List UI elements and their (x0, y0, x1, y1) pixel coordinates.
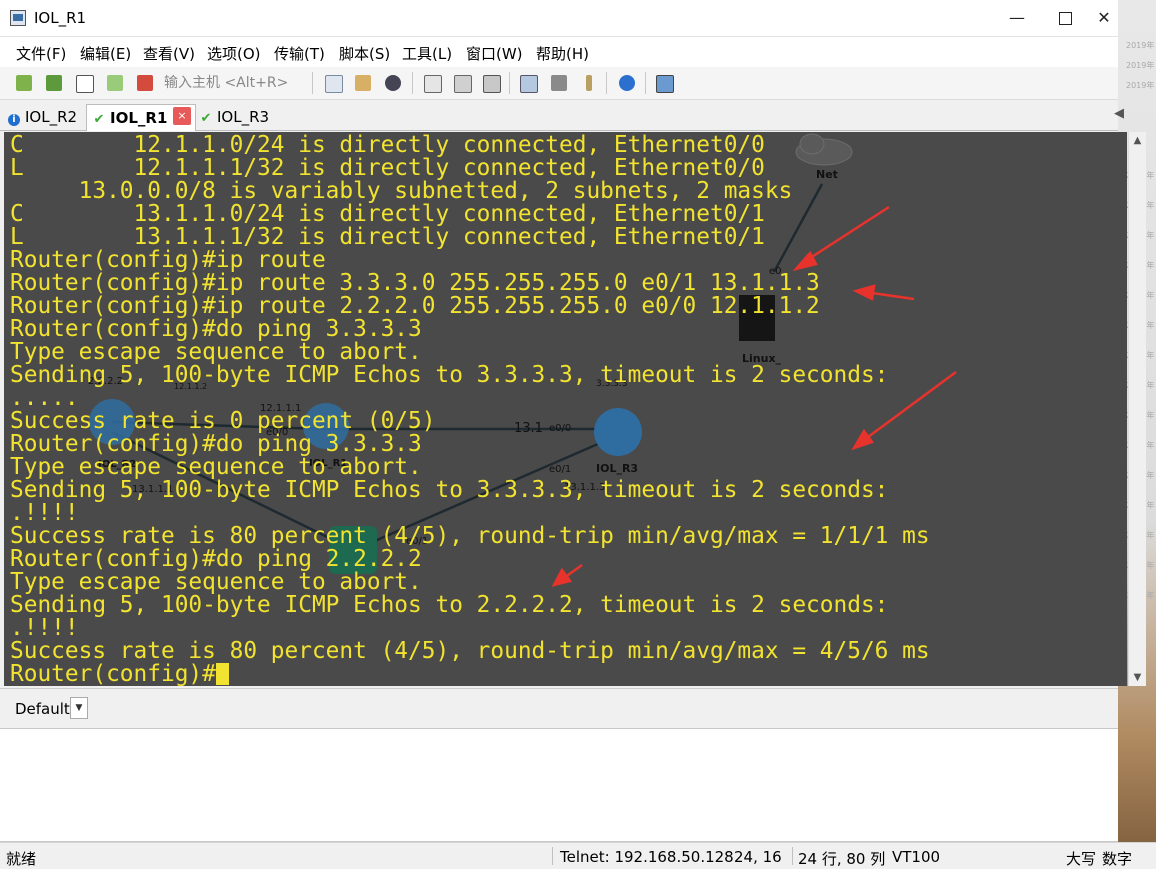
terminal-line: Sending 5, 100-byte ICMP Echos to 2.2.2.… (10, 592, 889, 618)
status-divider (792, 847, 793, 865)
copy-button[interactable] (322, 72, 344, 94)
keymap-button[interactable] (578, 72, 600, 94)
help-button[interactable] (616, 72, 638, 94)
print-screen-button[interactable] (480, 72, 502, 94)
menu-bar: 文件(F) 编辑(E) 查看(V) 选项(O) 传输(T) 脚本(S) 工具(L… (0, 37, 1118, 67)
terminal-line: Sending 5, 100-byte ICMP Echos to 3.3.3.… (10, 477, 889, 503)
reconnect-button[interactable] (104, 72, 126, 94)
gear-icon (551, 75, 567, 91)
menu-window[interactable]: 窗口(W) (466, 43, 523, 64)
toolbar-divider (312, 72, 313, 94)
maximize-icon (1058, 12, 1072, 25)
print-button[interactable] (421, 72, 443, 94)
status-connection: Telnet: 192.168.50.128 (560, 848, 734, 866)
tab-label: IOL_R1 (110, 109, 168, 127)
menu-file[interactable]: 文件(F) (16, 43, 66, 64)
printer-icon (454, 75, 472, 93)
scroll-down-icon[interactable]: ▼ (1129, 669, 1146, 686)
quick-connect-button[interactable] (43, 72, 65, 94)
tab-label: IOL_R2 (25, 108, 78, 126)
tab-iol-r2[interactable]: i IOL_R2 (0, 104, 84, 130)
find-button[interactable] (382, 72, 404, 94)
session-selector-bar: Default ▼ (0, 688, 1118, 727)
terminal-pane[interactable]: Net Linux_ IOL_R2 IOL_R1 IOL_R3 e0 2.2.2… (4, 132, 1127, 686)
printer-screen-icon (483, 75, 501, 93)
menu-help[interactable]: 帮助(H) (536, 43, 589, 64)
title-bar: IOL_R1 — ✕ (0, 0, 1118, 37)
menu-edit[interactable]: 编辑(E) (80, 43, 131, 64)
settings-icon (520, 75, 538, 93)
menu-view[interactable]: 查看(V) (143, 43, 195, 64)
host-input[interactable]: 输入主机 <Alt+R> (164, 72, 288, 92)
picture-icon (656, 75, 674, 93)
print-icon (424, 75, 442, 93)
minimize-button[interactable]: — (994, 0, 1040, 36)
close-tab-icon[interactable]: × (173, 107, 191, 125)
status-divider (552, 847, 553, 865)
toolbar-divider (645, 72, 646, 94)
securecrt-window: IOL_R1 — ✕ 文件(F) 编辑(E) 查看(V) 选项(O) 传输(T)… (0, 0, 1146, 868)
paste-icon (355, 75, 371, 91)
status-bar: 就绪 Telnet: 192.168.50.128 24, 16 24 行, 8… (0, 842, 1156, 869)
status-terminal-type: VT100 (892, 848, 941, 866)
toolbar: 输入主机 <Alt+R> (0, 67, 1118, 100)
checkmark-icon: ✔ (200, 111, 212, 126)
disconnect-button[interactable] (134, 72, 156, 94)
info-icon: i (8, 114, 20, 126)
toolbar-divider (606, 72, 607, 94)
toolbar-divider (412, 72, 413, 94)
scroll-up-icon[interactable]: ▲ (1129, 132, 1146, 149)
menu-tools[interactable]: 工具(L) (402, 43, 452, 64)
paste-button[interactable] (352, 72, 374, 94)
session-select[interactable]: Default (10, 698, 70, 720)
status-caps: 大写 (1066, 850, 1097, 868)
menu-transfer[interactable]: 传输(T) (274, 43, 325, 64)
status-cursor-position: 24, 16 (734, 848, 782, 866)
window-title: IOL_R1 (34, 9, 87, 27)
terminal-prompt: Router(config)# (10, 661, 216, 686)
help-icon (619, 75, 635, 91)
checkmark-icon: ✔ (93, 112, 105, 127)
tab-iol-r3[interactable]: ✔ IOL_R3 (199, 104, 279, 130)
toolbar-divider (509, 72, 510, 94)
connect-button[interactable] (13, 72, 35, 94)
connect-icon (16, 75, 32, 91)
copy-icon (325, 75, 343, 93)
reconnect-icon (107, 75, 123, 91)
chevron-down-icon[interactable]: ▼ (70, 697, 88, 719)
menu-script[interactable]: 脚本(S) (339, 43, 390, 64)
binoculars-icon (385, 75, 401, 91)
global-options-button[interactable] (548, 72, 570, 94)
menu-options[interactable]: 选项(O) (207, 43, 261, 64)
connect-tab-button[interactable] (73, 72, 95, 94)
print-selection-button[interactable] (451, 72, 473, 94)
close-button[interactable]: ✕ (1090, 0, 1118, 36)
terminal-output: C 12.1.1.0/24 is directly connected, Eth… (10, 134, 930, 686)
screenshot-button[interactable] (653, 72, 675, 94)
command-window[interactable] (0, 728, 1118, 842)
key-icon (586, 75, 592, 91)
app-icon (10, 10, 26, 26)
terminal-scrollbar[interactable]: ▲ ▼ (1128, 132, 1146, 686)
tab-scroll-left-icon[interactable]: ◀ (1114, 106, 1124, 121)
disconnect-icon (137, 75, 153, 91)
session-options-button[interactable] (517, 72, 539, 94)
status-terminal-size: 24 行, 80 列 (798, 850, 886, 868)
status-num: 数字 (1102, 850, 1133, 868)
status-ready: 就绪 (6, 850, 37, 868)
tab-icon (76, 75, 94, 93)
tab-label: IOL_R3 (217, 108, 270, 126)
terminal-line: Sending 5, 100-byte ICMP Echos to 3.3.3.… (10, 362, 889, 388)
quick-connect-icon (46, 75, 62, 91)
text-cursor (215, 663, 229, 685)
session-tab-bar: i IOL_R2 ✔ IOL_R1 ✔ IOL_R3 (0, 101, 1118, 131)
maximize-button[interactable] (1042, 0, 1088, 36)
